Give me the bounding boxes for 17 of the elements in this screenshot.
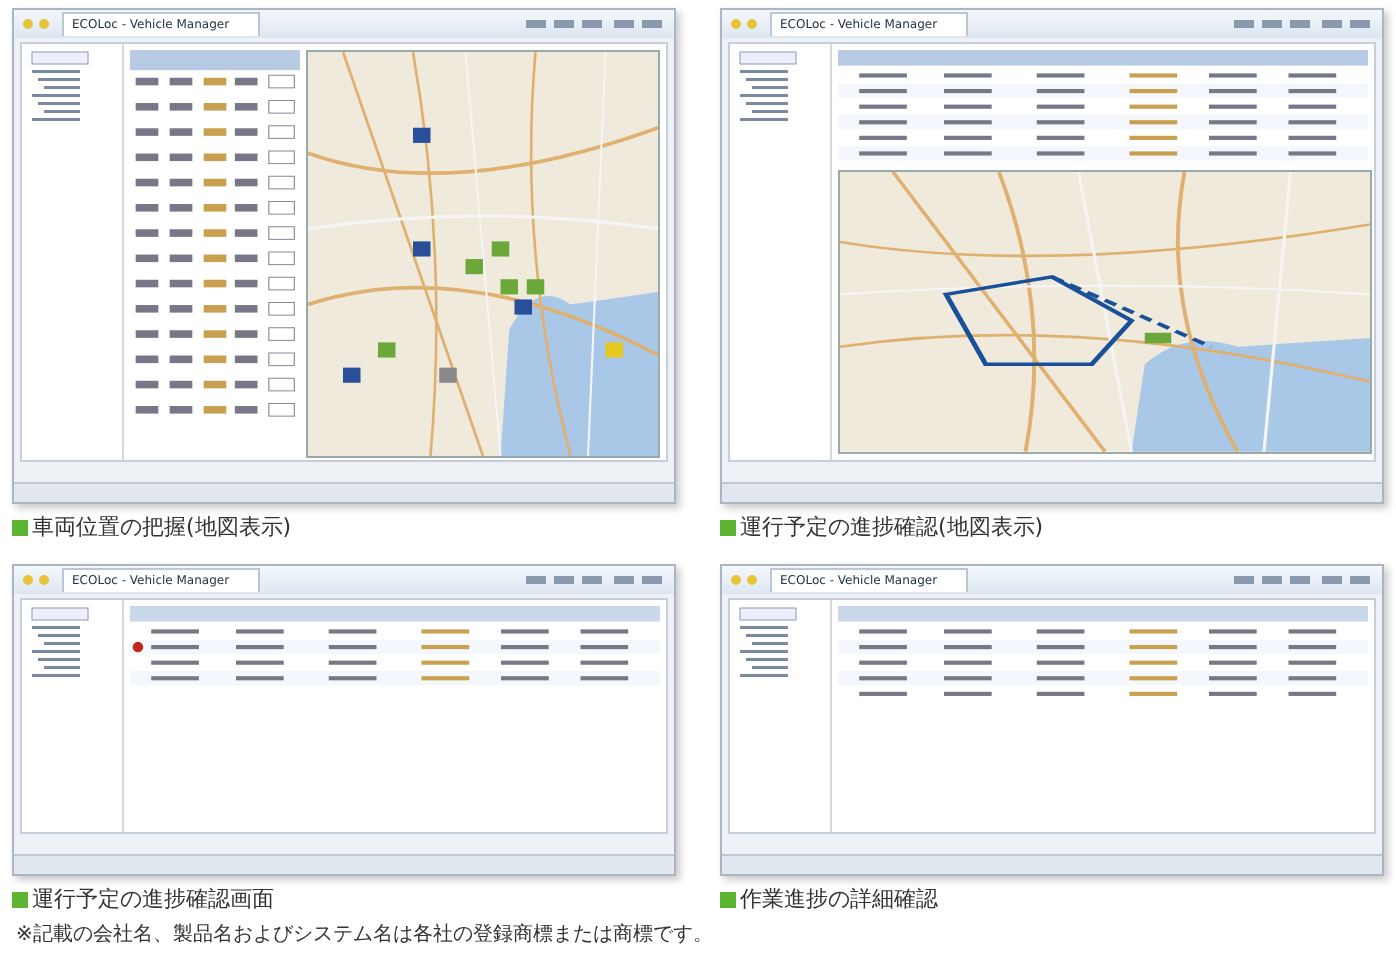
nav-buttons-icon <box>730 574 762 586</box>
toolbar-icons-drawing <box>526 574 666 586</box>
caption-text: 車両位置の把握(地図表示) <box>32 512 292 542</box>
toolbar-icons-drawing <box>526 18 666 30</box>
square-bullet-icon <box>12 519 28 535</box>
nav-buttons-icon <box>22 574 54 586</box>
nav-buttons-icon <box>730 18 762 30</box>
toolbar-icons-drawing <box>1234 574 1374 586</box>
square-bullet-icon <box>720 519 736 535</box>
square-bullet-icon <box>12 891 28 907</box>
toolbar-icons-drawing <box>1234 18 1374 30</box>
footnote: ※記載の会社名、製品名およびシステム名は各社の登録商標または商標です。 <box>16 921 713 950</box>
caption-text: 運行予定の進捗確認画面 <box>32 884 274 914</box>
square-bullet-icon <box>720 891 736 907</box>
nav-buttons-icon <box>22 18 54 30</box>
caption-text: 作業進捗の詳細確認 <box>740 884 938 914</box>
caption-text: 運行予定の進捗確認(地図表示) <box>740 512 1044 542</box>
